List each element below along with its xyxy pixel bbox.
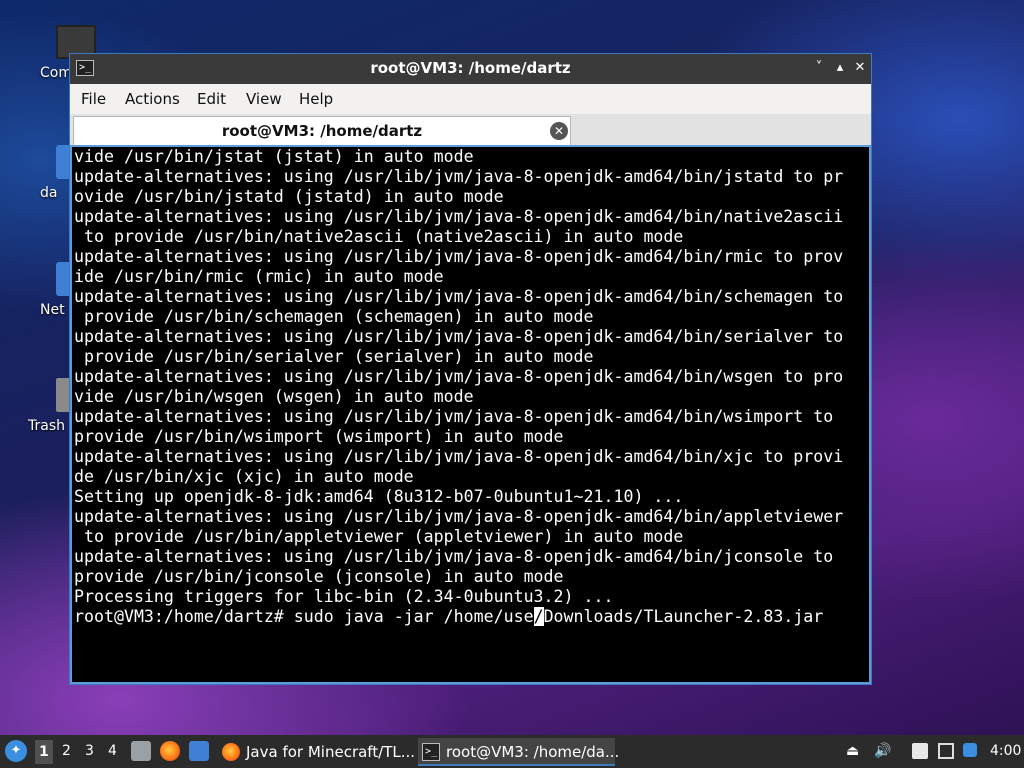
terminal-line: update-alternatives: using /usr/lib/jvm/… [74,367,844,386]
terminal-icon: >_ [422,743,440,761]
terminal-line: update-alternatives: using /usr/lib/jvm/… [74,507,844,526]
terminal-line: to provide /usr/bin/appletviewer (applet… [74,527,684,546]
terminal-line: provide /usr/bin/serialver (serialver) i… [74,347,594,366]
menu-edit[interactable]: Edit [197,90,226,108]
workspace-4[interactable]: 4 [108,743,117,759]
terminal-line: provide /usr/bin/jconsole (jconsole) in … [74,567,564,586]
terminal-line: update-alternatives: using /usr/lib/jvm/… [74,447,844,466]
terminal-line: update-alternatives: using /usr/lib/jvm/… [74,167,844,186]
start-menu-button[interactable]: ✦ [5,740,27,762]
tab-bar: root@VM3: /home/dartz ✕ [70,114,871,145]
terminal-line: provide /usr/bin/schemagen (schemagen) i… [74,307,594,326]
terminal-line: update-alternatives: using /usr/lib/jvm/… [74,407,834,426]
menu-actions[interactable]: Actions [125,90,180,108]
terminal-line: ovide /usr/bin/jstatd (jstatd) in auto m… [74,187,504,206]
prompt-text: root@VM3:/home/dartz# sudo java -jar /ho… [74,607,534,626]
close-button[interactable]: ✕ [852,60,868,76]
task-terminal[interactable]: >_ root@VM3: /home/da... [418,738,619,766]
task-label: Java for Minecraft/TL... [246,743,416,761]
menubar: File Actions Edit View Help [70,84,871,114]
folder-launcher-icon[interactable] [189,741,209,761]
taskbar: ✦ 1 2 3 4 Java for Minecraft/TL... >_ ro… [0,735,1024,768]
terminal-line: vide /usr/bin/wsgen (wsgen) in auto mode [74,387,474,406]
terminal-line: ide /usr/bin/rmic (rmic) in auto mode [74,267,444,286]
tab-title: root@VM3: /home/dartz [221,122,423,140]
workspace-1[interactable]: 1 [35,740,53,764]
maximize-button[interactable]: ▴ [832,60,848,76]
workspace-2[interactable]: 2 [62,743,71,759]
terminal-window: >_ root@VM3: /home/dartz ˅ ▴ ✕ File Acti… [69,53,872,685]
clipboard-icon[interactable] [912,743,928,759]
tab-terminal[interactable]: root@VM3: /home/dartz ✕ [73,116,571,145]
clock[interactable]: 4:00 [990,743,1021,759]
terminal-line: Setting up openjdk-8-jdk:amd64 (8u312-b0… [74,487,684,506]
network-tray-icon[interactable] [938,743,954,759]
text-cursor: / [533,607,544,626]
menu-help[interactable]: Help [299,90,333,108]
window-titlebar[interactable]: >_ root@VM3: /home/dartz ˅ ▴ ✕ [70,54,871,84]
terminal-line: to provide /usr/bin/native2ascii (native… [74,227,684,246]
menu-file[interactable]: File [81,90,106,108]
terminal-line: provide /usr/bin/wsimport (wsimport) in … [74,427,564,446]
prompt-text-after: Downloads/TLauncher-2.83.jar [543,607,824,626]
window-title: root@VM3: /home/dartz [370,59,571,77]
terminal-line: update-alternatives: using /usr/lib/jvm/… [74,287,844,306]
volume-icon[interactable]: 🔊 [874,743,891,759]
minimize-button[interactable]: ˅ [811,60,827,76]
eject-icon[interactable]: ⏏ [846,743,859,759]
terminal-line: vide /usr/bin/jstat (jstat) in auto mode [74,147,474,166]
terminal-line: update-alternatives: using /usr/lib/jvm/… [74,247,844,266]
update-notifier-icon[interactable] [963,743,977,757]
desktop-icon-label: da [40,185,58,201]
file-manager-launcher-icon[interactable] [131,741,151,761]
desktop-icon-label: Trash [28,418,65,434]
terminal-line: update-alternatives: using /usr/lib/jvm/… [74,207,844,226]
tab-close-icon[interactable]: ✕ [550,122,568,140]
terminal-line: update-alternatives: using /usr/lib/jvm/… [74,547,834,566]
desktop-icon-label: Com [40,65,72,81]
terminal-output[interactable]: vide /usr/bin/jstat (jstat) in auto mode… [72,147,869,682]
menu-view[interactable]: View [246,90,282,108]
task-firefox[interactable]: Java for Minecraft/TL... [218,738,415,766]
desktop-icon-label: Net [40,302,65,318]
terminal-line: Processing triggers for libc-bin (2.34-0… [74,587,614,606]
terminal-prompt-line: root@VM3:/home/dartz# sudo java -jar /ho… [74,607,869,627]
firefox-launcher-icon[interactable] [160,741,180,761]
terminal-line: de /usr/bin/xjc (xjc) in auto mode [74,467,414,486]
terminal-line: update-alternatives: using /usr/lib/jvm/… [74,327,844,346]
firefox-icon [222,743,240,761]
task-label: root@VM3: /home/da... [446,743,620,761]
terminal-lines: vide /usr/bin/jstat (jstat) in auto mode… [74,147,869,607]
workspace-3[interactable]: 3 [85,743,94,759]
